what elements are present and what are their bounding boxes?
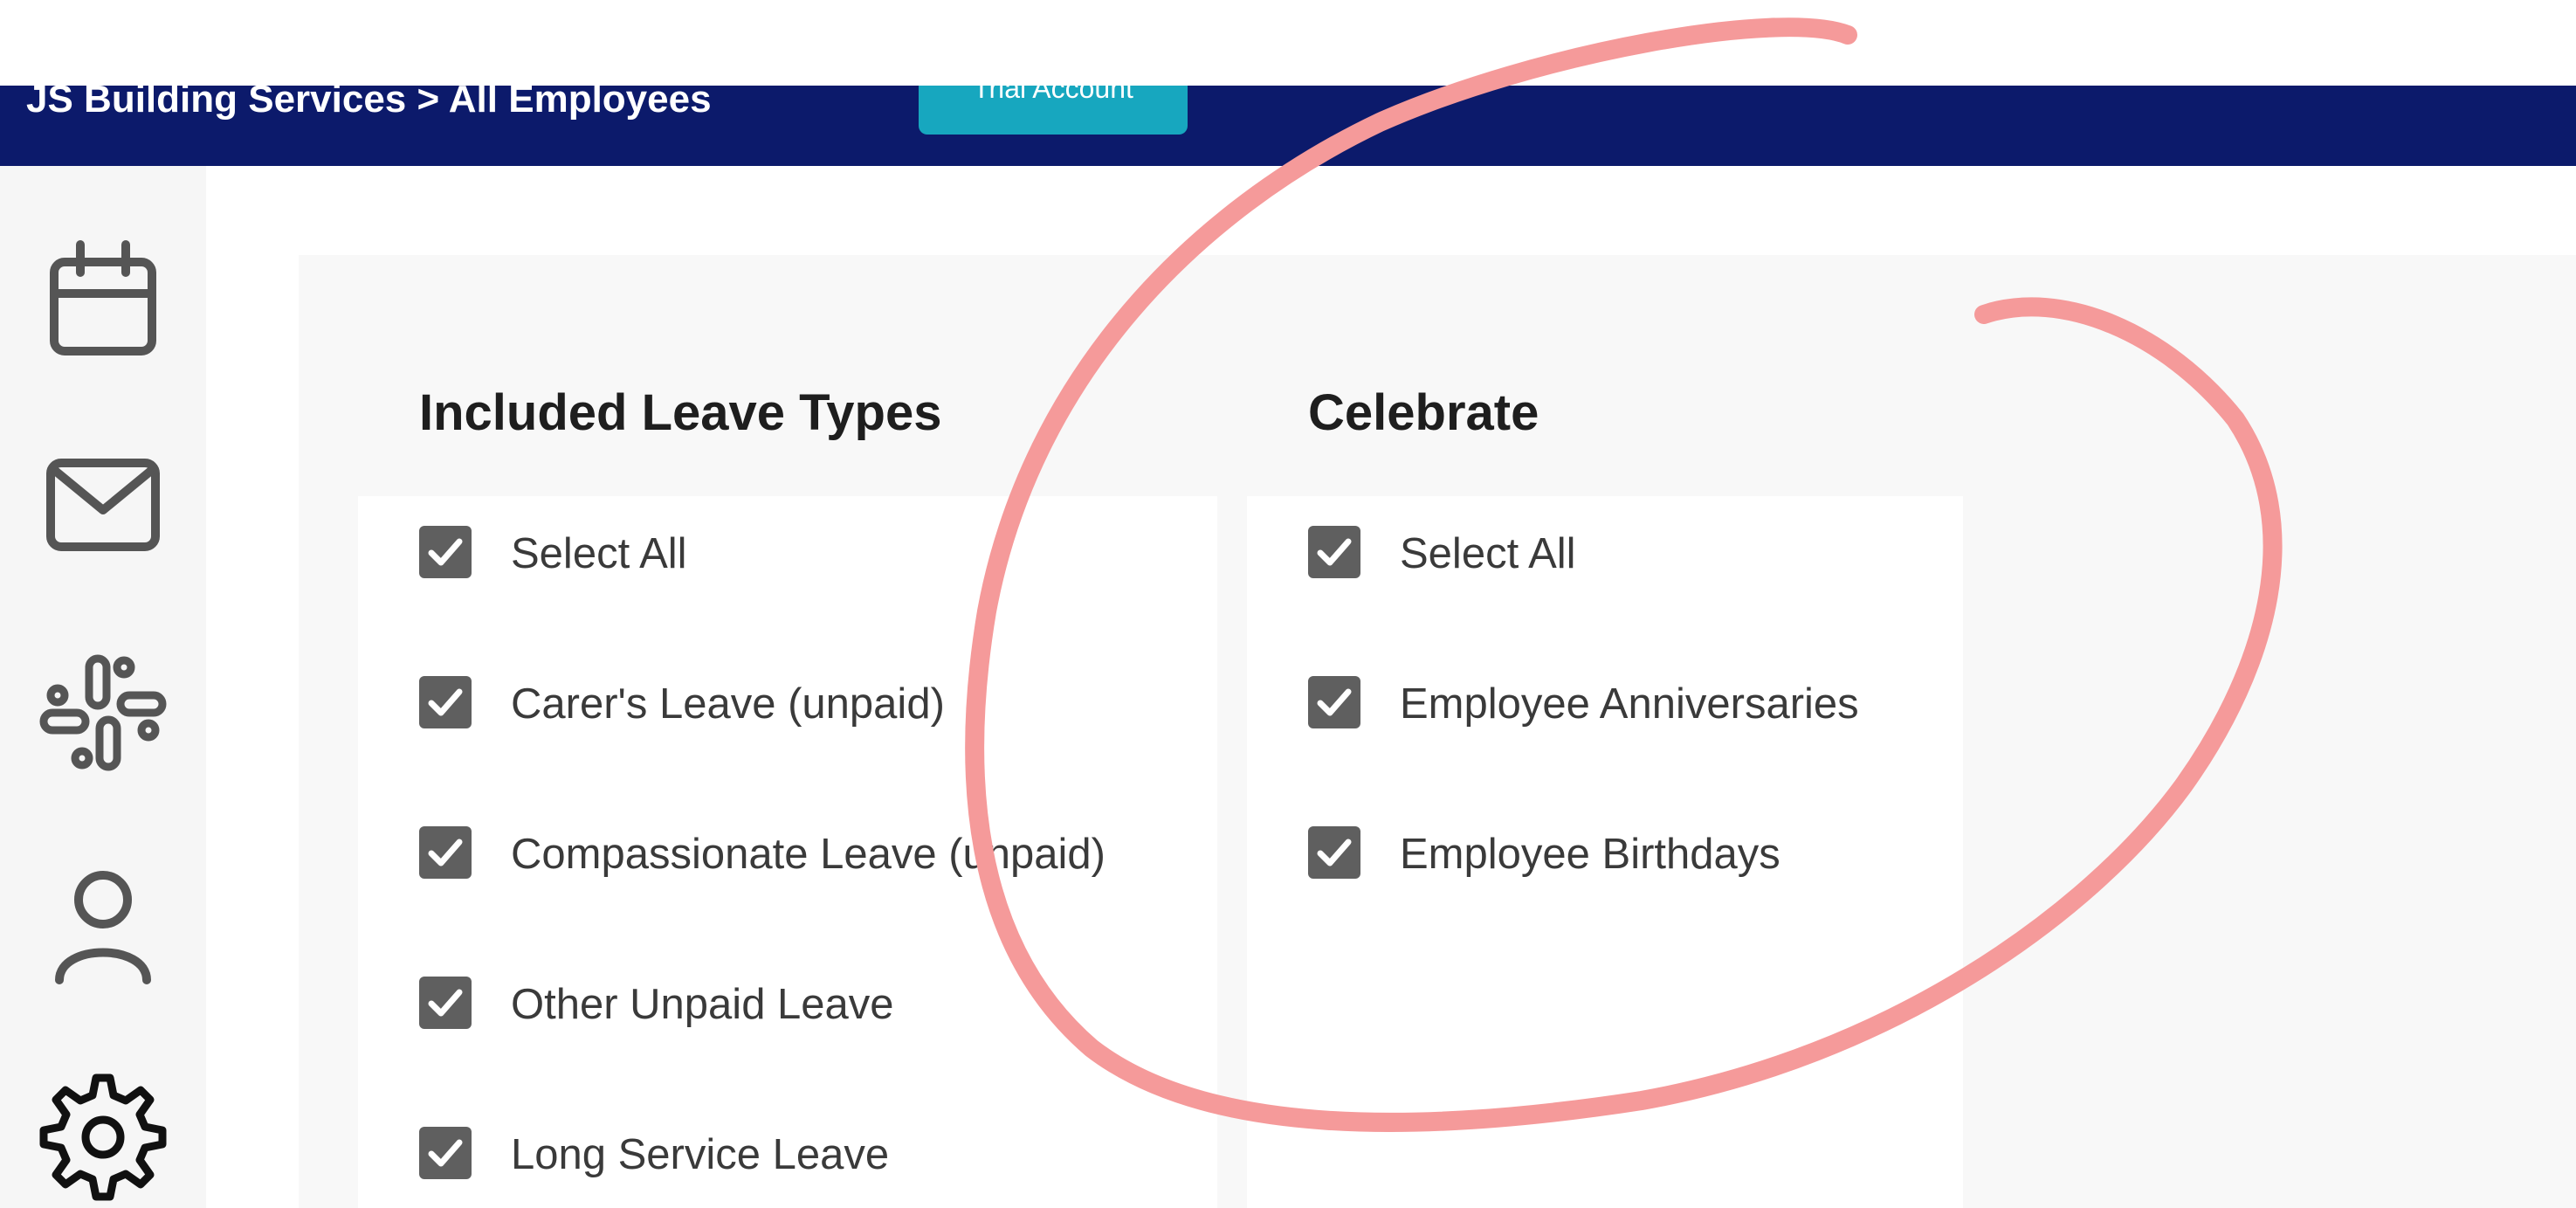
option-label: Select All <box>1400 530 1576 577</box>
leave-types-option[interactable]: Carer's Leave (unpaid) <box>358 676 1217 732</box>
checkbox[interactable] <box>419 977 472 1029</box>
checkmark-icon <box>428 989 463 1017</box>
leave-types-option[interactable]: Long Service Leave <box>358 1127 1217 1183</box>
checkbox[interactable] <box>1308 826 1360 879</box>
checkmark-icon <box>1317 538 1352 566</box>
slack-icon <box>39 654 167 771</box>
breadcrumb[interactable]: JS Building Services > All Employees <box>26 86 712 119</box>
gear-icon <box>39 1073 167 1201</box>
checkbox[interactable] <box>419 1127 472 1179</box>
checkmark-icon <box>428 839 463 866</box>
option-label: Select All <box>511 530 687 577</box>
celebrate-card: Select All Employee Anniversaries Employee… <box>1247 496 1963 1208</box>
checkmark-icon <box>1317 688 1352 716</box>
celebrate-option[interactable]: Employee Birthdays <box>1247 826 1963 882</box>
option-label: Carer's Leave (unpaid) <box>511 680 945 728</box>
settings-panel: Included Leave Types Select All Carer's L… <box>299 255 2576 1208</box>
option-label: Other Unpaid Leave <box>511 981 894 1028</box>
checkmark-icon <box>1317 839 1352 866</box>
option-label: Employee Birthdays <box>1400 831 1780 878</box>
checkbox[interactable] <box>419 826 472 879</box>
option-label: Employee Anniversaries <box>1400 680 1859 728</box>
leave-types-option[interactable]: Compassionate Leave (unpaid) <box>358 826 1217 882</box>
checkbox[interactable] <box>1308 526 1360 578</box>
sidebar-item-slack[interactable] <box>35 645 171 781</box>
celebrate-option[interactable]: Employee Anniversaries <box>1247 676 1963 732</box>
checkbox[interactable] <box>1308 676 1360 728</box>
option-label: Long Service Leave <box>511 1131 890 1178</box>
mail-icon <box>46 459 160 551</box>
leave-types-card: Select All Carer's Leave (unpaid) Compassi… <box>358 496 1217 1208</box>
checkbox[interactable] <box>419 526 472 578</box>
checkmark-icon <box>428 688 463 716</box>
app-header: JS Building Services > All Employees Tri… <box>0 86 2576 166</box>
checkbox[interactable] <box>419 676 472 728</box>
checkmark-icon <box>428 538 463 566</box>
top-strip <box>0 0 2576 86</box>
sidebar-item-calendar[interactable] <box>35 227 171 363</box>
trial-account-badge[interactable]: Trial Account <box>919 86 1188 135</box>
celebrate-option[interactable]: Select All <box>1247 526 1963 582</box>
celebrate-title: Celebrate <box>1308 384 1539 441</box>
checkmark-icon <box>428 1139 463 1167</box>
calendar-icon <box>50 240 156 355</box>
user-icon <box>55 871 151 984</box>
sidebar-item-profile[interactable] <box>35 856 171 992</box>
sidebar <box>0 166 206 1208</box>
sidebar-item-settings[interactable] <box>35 1066 171 1202</box>
leave-types-option[interactable]: Select All <box>358 526 1217 582</box>
option-label: Compassionate Leave (unpaid) <box>511 831 1105 878</box>
leave-types-option[interactable]: Other Unpaid Leave <box>358 977 1217 1032</box>
leave-types-title: Included Leave Types <box>419 384 942 441</box>
sidebar-item-messages[interactable] <box>35 437 171 573</box>
